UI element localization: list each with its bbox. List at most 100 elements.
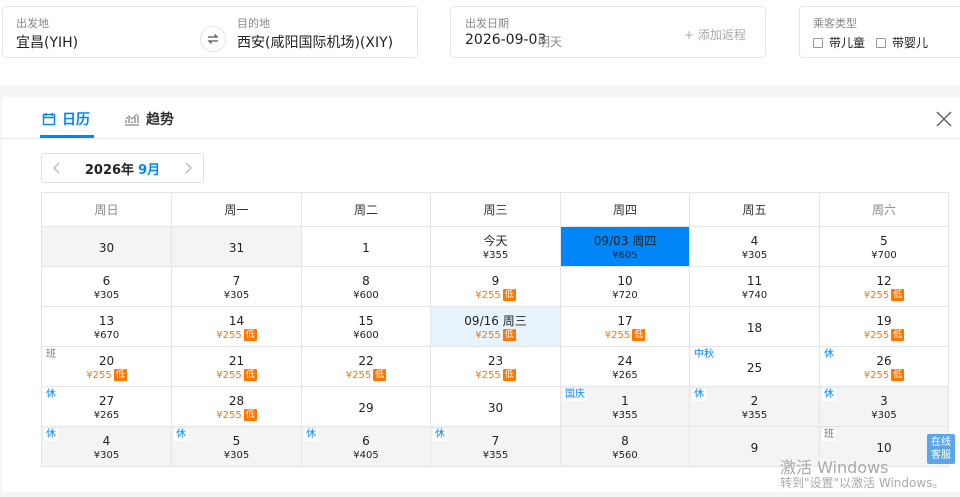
day-price: ¥355 xyxy=(612,409,638,421)
calendar-day-cell[interactable]: 中秋 25 xyxy=(689,346,820,387)
lowest-price-badge: 低 xyxy=(243,368,257,381)
close-icon[interactable] xyxy=(934,109,954,129)
calendar-day-cell[interactable]: 29 xyxy=(301,386,431,427)
chevron-left-icon xyxy=(53,162,60,174)
weekday-label: 周四 xyxy=(560,192,690,227)
online-service-button[interactable]: 在线客服 xyxy=(927,434,955,464)
calendar-day-cell[interactable]: 4 ¥305 xyxy=(689,226,820,267)
calendar-day-cell[interactable]: 14 ¥255 低 xyxy=(171,306,302,347)
price-line: ¥255 低 xyxy=(302,368,430,382)
price-line: ¥255 低 xyxy=(431,368,560,382)
calendar-day-cell[interactable]: 休 3 ¥305 xyxy=(819,386,949,427)
calendar-day-cell[interactable]: 18 xyxy=(689,306,820,347)
infant-checkbox[interactable]: 带婴儿 xyxy=(876,34,928,51)
calendar-day-cell[interactable]: 31 xyxy=(171,226,302,267)
calendar-day-cell[interactable]: 7 ¥305 xyxy=(171,266,302,307)
day-price: ¥740 xyxy=(741,289,768,301)
calendar-day-cell[interactable]: 15 ¥600 xyxy=(301,306,431,347)
checkbox-icon[interactable] xyxy=(813,38,823,48)
day-price: ¥355 xyxy=(741,409,768,421)
day-number: 7 xyxy=(491,433,500,448)
day-number: 13 xyxy=(98,313,115,328)
to-city[interactable]: 西安(咸阳国际机场)(XIY) xyxy=(237,32,393,52)
price-line: ¥305 xyxy=(172,449,301,462)
calendar-day-cell[interactable]: 今天 ¥355 xyxy=(430,226,561,267)
calendar-day-cell[interactable]: 8 ¥560 xyxy=(560,426,690,467)
holiday-tag: 休 xyxy=(304,429,318,441)
checkbox-icon[interactable] xyxy=(876,38,886,48)
calendar-day-cell[interactable]: 休 4 ¥305 xyxy=(41,426,172,467)
price-line: ¥265 xyxy=(561,369,689,382)
price-line: ¥265 xyxy=(42,409,171,422)
active-tab-indicator xyxy=(40,135,94,138)
calendar-day-cell[interactable]: 休 2 ¥355 xyxy=(689,386,820,427)
date-selector[interactable]: 出发日期 2026-09-03 明天 + 添加返程 xyxy=(450,6,766,58)
depart-date[interactable]: 2026-09-03 xyxy=(465,32,546,48)
day-number: 4 xyxy=(102,433,111,448)
calendar-day-cell[interactable]: 23 ¥255 低 xyxy=(430,346,561,387)
calendar-week-row: 30 31 1 今天 ¥355 09/03 周四 ¥605 4 ¥305 5 ¥700 xyxy=(41,226,949,267)
price-line: ¥405 xyxy=(302,449,430,462)
prev-month-button[interactable] xyxy=(42,154,72,182)
calendar-day-cell[interactable]: 19 ¥255 低 xyxy=(819,306,949,347)
calendar-day-cell[interactable]: 8 ¥600 xyxy=(301,266,431,307)
calendar-day-cell[interactable]: 休 6 ¥405 xyxy=(301,426,431,467)
calendar-day-cell[interactable]: 13 ¥670 xyxy=(41,306,172,347)
price-line: ¥305 xyxy=(172,289,301,302)
swap-icon xyxy=(207,34,219,44)
swap-cities-button[interactable] xyxy=(200,26,226,52)
calendar-day-cell[interactable]: 09/16 周三 ¥255 低 xyxy=(430,306,561,347)
calendar-day-cell[interactable]: 11 ¥740 xyxy=(689,266,820,307)
chevron-right-icon xyxy=(185,162,192,174)
next-month-button[interactable] xyxy=(173,154,203,182)
calendar-day-cell[interactable]: 1 xyxy=(301,226,431,267)
calendar-day-cell[interactable]: 6 ¥305 xyxy=(41,266,172,307)
calendar-day-cell[interactable]: 国庆 1 ¥355 xyxy=(560,386,690,427)
calendar-day-cell[interactable]: 30 xyxy=(41,226,172,267)
holiday-tag: 班 xyxy=(822,429,836,441)
day-number: 5 xyxy=(880,233,888,248)
calendar-day-cell[interactable]: 17 ¥255 低 xyxy=(560,306,690,347)
calendar-day-cell[interactable]: 09/03 周四 ¥605 xyxy=(560,226,690,267)
day-number: 20 xyxy=(98,353,115,368)
day-price: ¥255 xyxy=(86,369,112,381)
calendar-day-cell[interactable]: 21 ¥255 低 xyxy=(171,346,302,387)
add-return-button[interactable]: + 添加返程 xyxy=(684,26,746,43)
calendar-day-cell[interactable]: 12 ¥255 低 xyxy=(819,266,949,307)
child-checkbox[interactable]: 带儿童 xyxy=(813,34,865,51)
lowest-price-badge: 低 xyxy=(502,288,516,301)
day-number: 4 xyxy=(750,233,759,248)
from-city[interactable]: 宜昌(YIH) xyxy=(16,32,78,52)
calendar-day-cell[interactable]: 5 ¥700 xyxy=(819,226,949,267)
calendar-day-cell[interactable]: 10 ¥720 xyxy=(560,266,690,307)
current-month: 2026年 9月 xyxy=(72,159,173,178)
weekday-label: 周五 xyxy=(689,192,820,227)
day-price: ¥700 xyxy=(871,249,897,261)
calendar-day-cell[interactable]: 休 7 ¥355 xyxy=(430,426,561,467)
calendar-day-cell[interactable]: 30 xyxy=(430,386,561,427)
calendar-day-cell[interactable]: 休 5 ¥305 xyxy=(171,426,302,467)
day-price: ¥255 xyxy=(863,289,890,301)
child-label: 带儿童 xyxy=(829,36,866,50)
holiday-tag: 中秋 xyxy=(692,349,716,361)
weekday-label: 周三 xyxy=(430,192,561,227)
calendar-day-cell[interactable]: 班 20 ¥255 低 xyxy=(41,346,172,387)
tab-trend[interactable]: 趋势 xyxy=(124,109,174,129)
route-selector[interactable]: 出发地 宜昌(YIH) 目的地 西安(咸阳国际机场)(XIY) xyxy=(2,6,418,58)
weekday-header: 周日 周一 周二 周三 周四 周五 周六 xyxy=(41,192,949,227)
weekday-label: 周日 xyxy=(41,192,172,227)
calendar-day-cell[interactable]: 24 ¥265 xyxy=(560,346,690,387)
holiday-tag: 班 xyxy=(44,349,58,361)
day-number: 14 xyxy=(228,313,245,328)
calendar-day-cell[interactable]: 28 ¥255 低 xyxy=(171,386,302,427)
calendar-day-cell[interactable]: 休 27 ¥265 xyxy=(41,386,172,427)
calendar-day-cell[interactable]: 9 ¥255 低 xyxy=(430,266,561,307)
date-hint: 明天 xyxy=(538,35,563,49)
day-number: 10 xyxy=(617,273,633,288)
day-number: 31 xyxy=(228,240,245,255)
tab-calendar[interactable]: 日历 xyxy=(42,109,90,129)
day-number: 18 xyxy=(746,320,763,335)
calendar-day-cell[interactable]: 休 26 ¥255 低 xyxy=(819,346,949,387)
price-line: ¥255 低 xyxy=(820,368,948,382)
calendar-day-cell[interactable]: 22 ¥255 低 xyxy=(301,346,431,387)
